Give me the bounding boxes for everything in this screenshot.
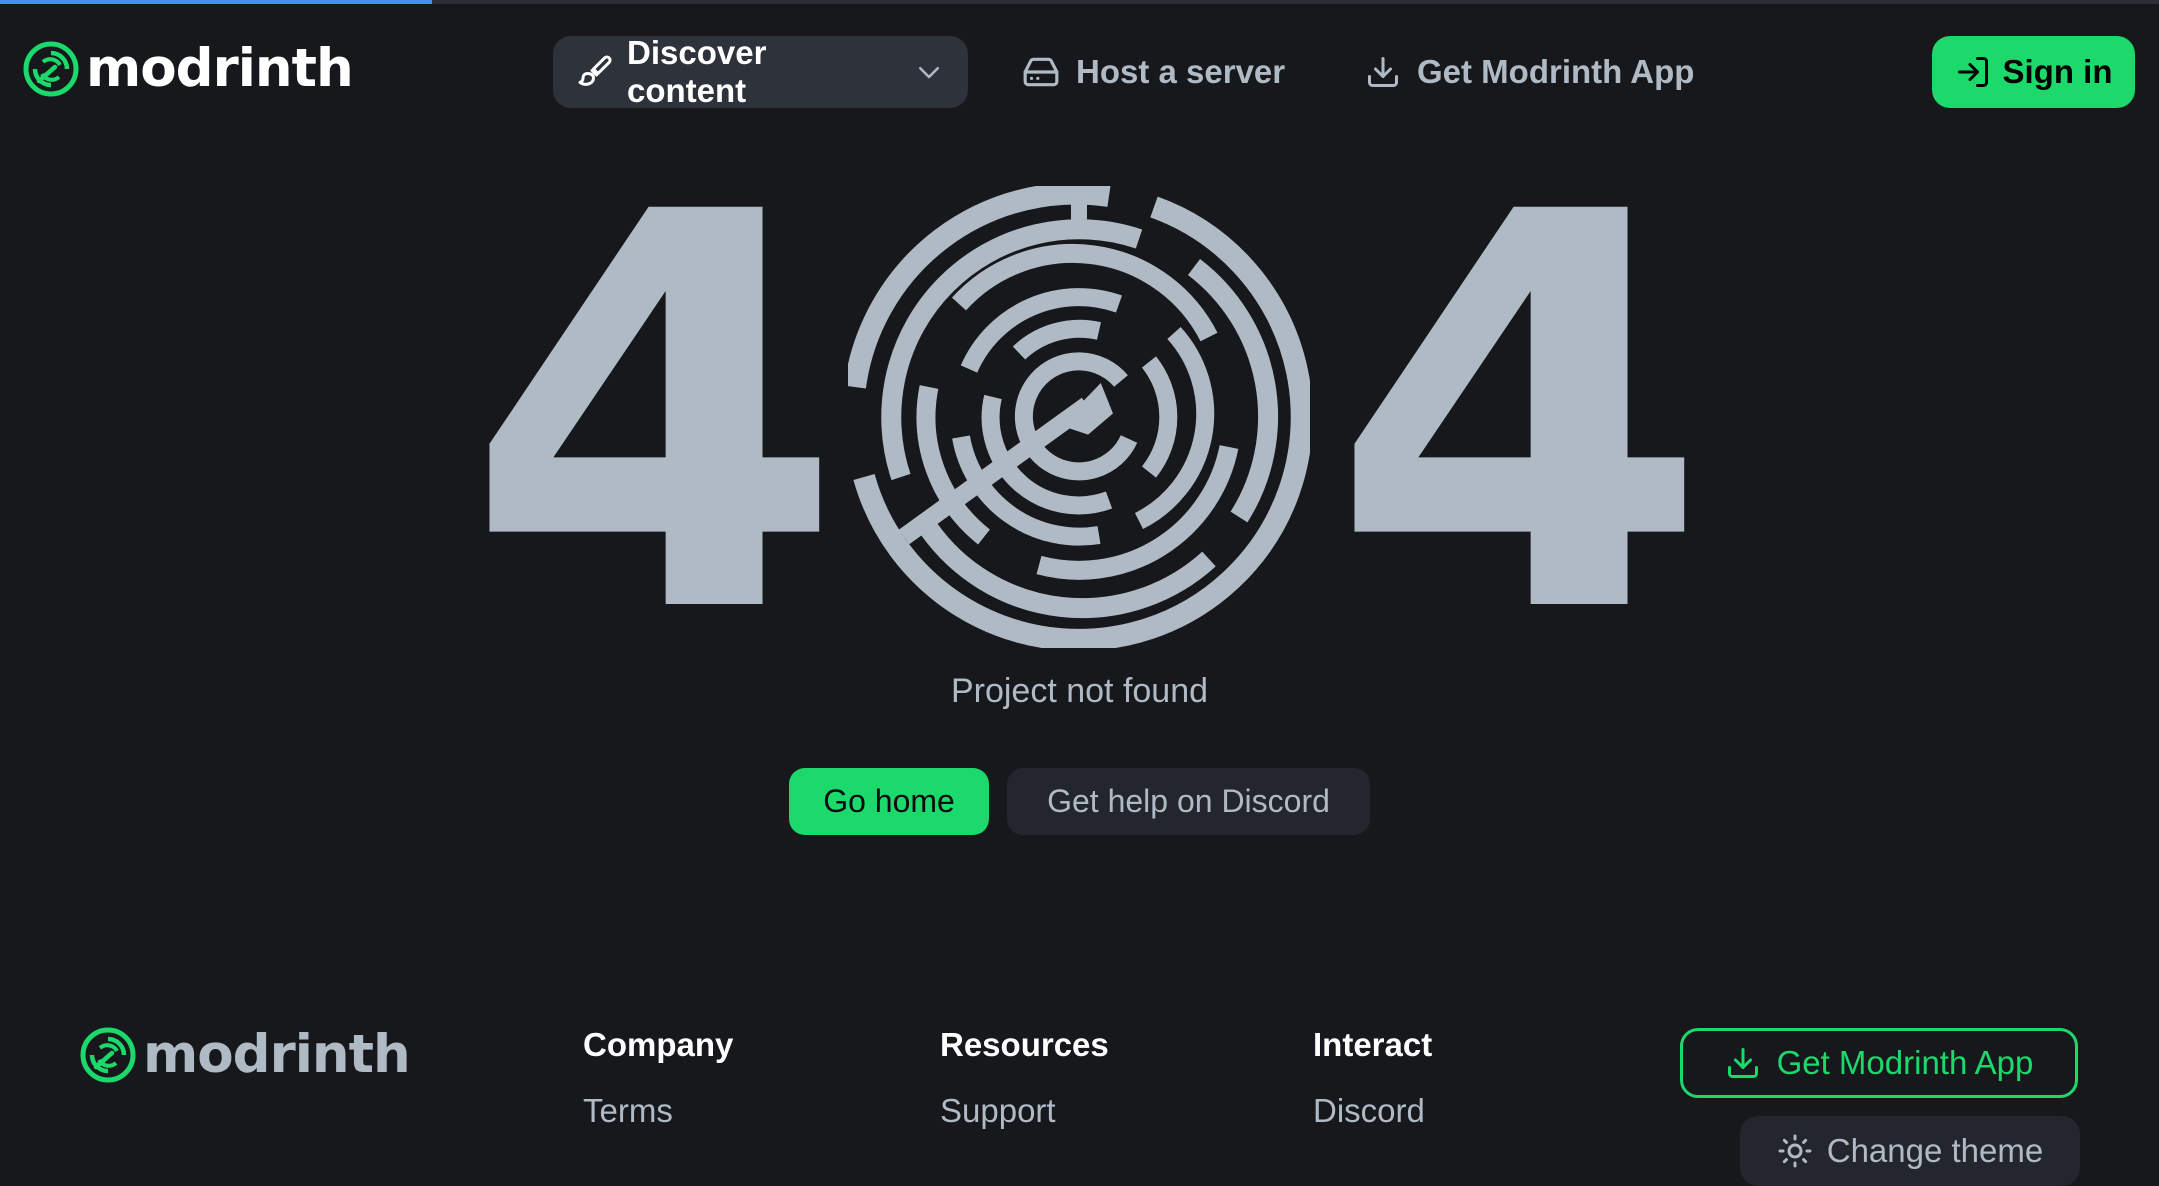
footer-logo[interactable]: modrinth xyxy=(79,1024,411,1085)
discord-help-button[interactable]: Get help on Discord xyxy=(1007,768,1370,835)
error-message: Project not found xyxy=(950,672,1209,710)
footer-get-app-label: Get Modrinth App xyxy=(1776,1044,2034,1081)
footer-link-discord[interactable]: Discord xyxy=(1313,1092,1432,1130)
error-404-graphic: 4 4 xyxy=(0,0,2159,700)
go-home-button[interactable]: Go home xyxy=(789,768,989,835)
footer-column-company: Company Terms xyxy=(583,1026,733,1130)
logo-wordmark: modrinth xyxy=(143,1024,411,1085)
footer-column-title: Resources xyxy=(940,1026,1109,1063)
footer-get-app-button[interactable]: Get Modrinth App xyxy=(1680,1028,2078,1098)
error-digit-right: 4 xyxy=(1330,98,1710,733)
change-theme-button[interactable]: Change theme xyxy=(1740,1116,2080,1186)
modrinth-logo-icon xyxy=(80,1027,136,1082)
maze-icon xyxy=(848,186,1310,648)
footer-link-terms[interactable]: Terms xyxy=(583,1092,733,1130)
footer-column-interact: Interact Discord xyxy=(1313,1026,1432,1130)
footer-column-resources: Resources Support xyxy=(940,1026,1109,1130)
download-icon xyxy=(1727,1048,1758,1078)
footer-link-support[interactable]: Support xyxy=(940,1092,1109,1130)
footer-column-title: Interact xyxy=(1313,1026,1433,1063)
sun-icon xyxy=(1778,1134,1812,1168)
change-theme-label: Change theme xyxy=(1826,1132,2044,1169)
footer-column-title: Company xyxy=(583,1026,734,1063)
error-digit-left: 4 xyxy=(465,98,845,733)
